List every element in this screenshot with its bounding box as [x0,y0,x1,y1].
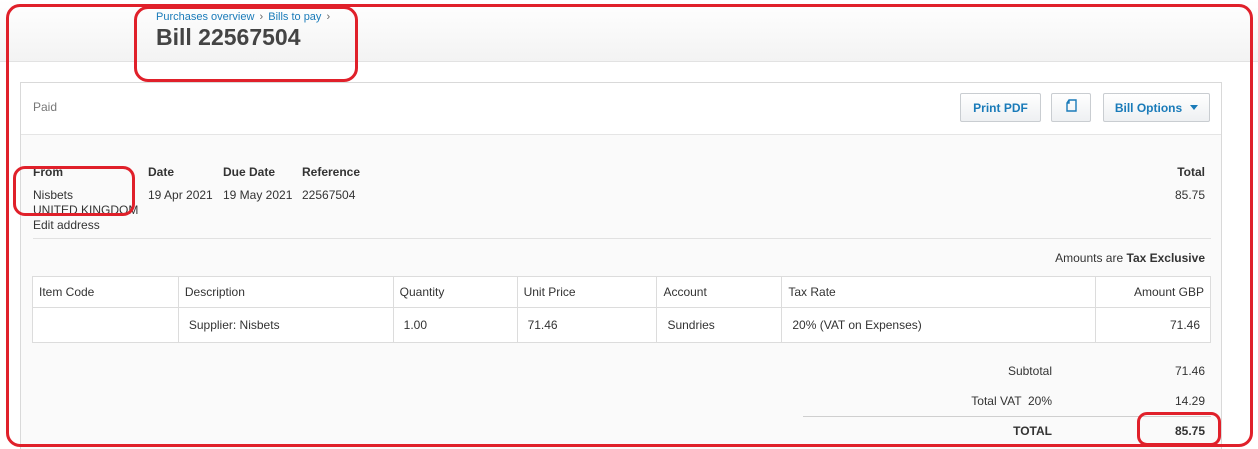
col-item-code: Item Code [32,276,179,308]
breadcrumb-separator: › [259,11,264,23]
table-row[interactable]: Supplier: Nisbets 1.00 71.46 Sundries 20… [32,307,1211,343]
totals-divider [803,416,1211,417]
date-label: Date [148,165,175,179]
col-unit-price: Unit Price [516,276,658,308]
cell-description: Supplier: Nisbets [177,307,394,343]
col-quantity: Quantity [392,276,518,308]
bill-options-button[interactable]: Bill Options [1103,93,1210,122]
breadcrumb-bills-to-pay[interactable]: Bills to pay [268,11,321,23]
bill-options-label: Bill Options [1114,100,1183,115]
supplier-link[interactable]: Nisbets [33,188,73,202]
col-tax-rate: Tax Rate [781,276,1097,308]
bill-card: Paid Print PDF Bill Options From Nisbets… [20,82,1222,449]
subtotal-value: 71.46 [1174,364,1205,378]
page-title: Bill 22567504 [156,24,301,50]
supplier-country: UNITED KINGDOM [33,203,139,217]
vat-label: Total VAT 20% [971,394,1052,408]
status-label: Paid [33,100,58,114]
col-amount: Amount GBP [1095,276,1211,308]
total-label: Total [1177,165,1205,179]
cell-unit-price: 71.46 [516,307,658,343]
amounts-note: Amounts are Tax Exclusive [1055,251,1205,265]
cell-tax-rate: 20% (VAT on Expenses) [781,307,1097,343]
edit-address-link[interactable]: Edit address [33,218,100,232]
table-header-row: Item Code Description Quantity Unit Pric… [32,276,1211,308]
total-value: 85.75 [1174,188,1205,202]
chevron-down-icon [1190,105,1199,110]
copy-button[interactable] [1051,93,1091,122]
cell-item-code [32,307,179,343]
col-description: Description [177,276,394,308]
col-account: Account [656,276,783,308]
date-value: 19 Apr 2021 [148,188,213,202]
page-header: Purchases overview › Bills to pay › Bill… [0,0,1258,62]
due-date-value: 19 May 2021 [223,188,293,202]
reference-label: Reference [302,165,361,179]
breadcrumb-separator: › [326,11,331,23]
divider [33,238,1211,239]
grand-total-label: TOTAL [1013,424,1052,438]
cell-amount: 71.46 [1095,307,1211,343]
print-pdf-button[interactable]: Print PDF [960,93,1041,122]
grand-total-value: 85.75 [1174,424,1205,438]
due-date-label: Due Date [223,165,276,179]
line-items-table: Item Code Description Quantity Unit Pric… [32,276,1211,343]
amounts-note-prefix: Amounts are [1055,251,1124,265]
breadcrumb-purchases-overview[interactable]: Purchases overview [156,11,254,23]
cell-quantity: 1.00 [392,307,518,343]
copy-icon [1065,98,1078,117]
vat-value: 14.29 [1174,394,1205,408]
subtotal-label: Subtotal [1007,364,1052,378]
cell-account: Sundries [656,307,783,343]
from-label: From [33,165,63,179]
tax-mode: Tax Exclusive [1126,251,1206,265]
reference-value: 22567504 [302,188,356,202]
breadcrumb: Purchases overview › Bills to pay › [156,11,332,23]
bill-toolbar: Paid Print PDF Bill Options [21,83,1221,135]
